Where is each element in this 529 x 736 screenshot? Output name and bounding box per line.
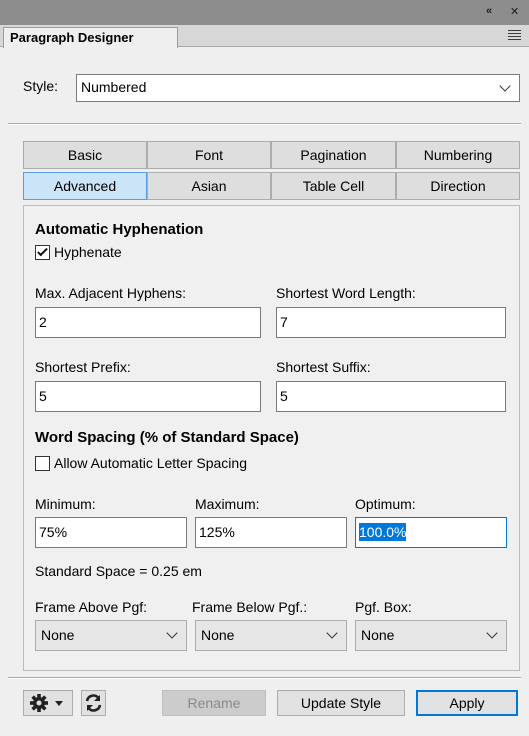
style-label: Style: [23, 78, 59, 94]
panel-tabstrip: Paragraph Designer [0, 25, 529, 48]
refresh-icon [85, 694, 102, 712]
hyphenation-title: Automatic Hyphenation [35, 221, 204, 238]
update-style-button[interactable]: Update Style [277, 690, 405, 716]
style-select[interactable]: Numbered [76, 74, 520, 102]
max-adjacent-value: 2 [39, 314, 47, 330]
maximum-input[interactable]: 125% [195, 517, 347, 548]
frame-below-label: Frame Below Pgf.: [192, 599, 308, 615]
optimum-input[interactable]: 100.0% [355, 517, 507, 548]
separator [8, 123, 521, 125]
tab-basic[interactable]: Basic [23, 141, 147, 169]
hyphenate-label: Hyphenate [54, 244, 122, 260]
shortest-prefix-value: 5 [39, 388, 47, 404]
gear-icon [30, 694, 63, 712]
separator [8, 677, 521, 679]
hyphenate-checkbox[interactable] [35, 245, 50, 260]
tab-direction[interactable]: Direction [396, 172, 520, 200]
pgf-box-select[interactable]: None [355, 620, 507, 651]
tab-pagination[interactable]: Pagination [271, 141, 396, 169]
chevron-down-icon [499, 80, 511, 92]
tab-font[interactable]: Font [147, 141, 271, 169]
window-titlebar: « ✕ [0, 0, 529, 25]
panel-tab-paragraph-designer[interactable]: Paragraph Designer [3, 27, 178, 48]
minimum-input[interactable]: 75% [35, 517, 187, 548]
letter-spacing-label: Allow Automatic Letter Spacing [54, 455, 247, 471]
apply-button[interactable]: Apply [416, 690, 518, 716]
frame-below-value: None [201, 627, 235, 643]
standard-space-text: Standard Space = 0.25 em [35, 563, 202, 579]
chevron-down-icon [486, 627, 498, 639]
maximum-value: 125% [199, 524, 235, 540]
tab-table-cell[interactable]: Table Cell [271, 172, 396, 200]
shortest-suffix-value: 5 [280, 388, 288, 404]
shortest-suffix-input[interactable]: 5 [276, 381, 506, 412]
chevron-down-icon [326, 627, 338, 639]
max-adjacent-input[interactable]: 2 [35, 307, 261, 338]
shortest-prefix-input[interactable]: 5 [35, 381, 261, 412]
style-value: Numbered [81, 79, 147, 95]
max-adjacent-label: Max. Adjacent Hyphens: [35, 285, 186, 301]
tab-asian[interactable]: Asian [147, 172, 271, 200]
hamburger-icon[interactable] [508, 30, 521, 41]
tab-advanced[interactable]: Advanced [23, 172, 147, 200]
frame-above-value: None [41, 627, 75, 643]
shortest-suffix-label: Shortest Suffix: [276, 359, 371, 375]
optimum-value: 100.0% [359, 523, 407, 541]
tab-numbering[interactable]: Numbering [396, 141, 520, 169]
pgf-box-value: None [361, 627, 395, 643]
optimum-label: Optimum: [355, 496, 416, 512]
frame-below-select[interactable]: None [195, 620, 347, 651]
maximum-label: Maximum: [195, 496, 260, 512]
shortest-word-input[interactable]: 7 [276, 307, 506, 338]
minimum-value: 75% [39, 524, 68, 540]
advanced-tab-content: Automatic Hyphenation Hyphenate Max. Adj… [23, 205, 520, 671]
shortest-word-label: Shortest Word Length: [276, 285, 416, 301]
frame-above-select[interactable]: None [35, 620, 187, 651]
chevron-down-icon [166, 627, 178, 639]
shortest-prefix-label: Shortest Prefix: [35, 359, 131, 375]
letter-spacing-checkbox[interactable] [35, 456, 50, 471]
frame-above-label: Frame Above Pgf: [35, 599, 148, 615]
shortest-word-value: 7 [280, 314, 288, 330]
refresh-button[interactable] [81, 690, 106, 716]
rename-button[interactable]: Rename [162, 690, 266, 716]
collapse-icon[interactable]: « [486, 5, 492, 17]
checkmark-icon [37, 245, 48, 257]
pgf-box-label: Pgf. Box: [355, 599, 412, 615]
word-spacing-title: Word Spacing (% of Standard Space) [35, 429, 299, 446]
minimum-label: Minimum: [35, 496, 96, 512]
close-icon[interactable]: ✕ [510, 5, 519, 18]
settings-dropdown-button[interactable] [23, 690, 73, 716]
